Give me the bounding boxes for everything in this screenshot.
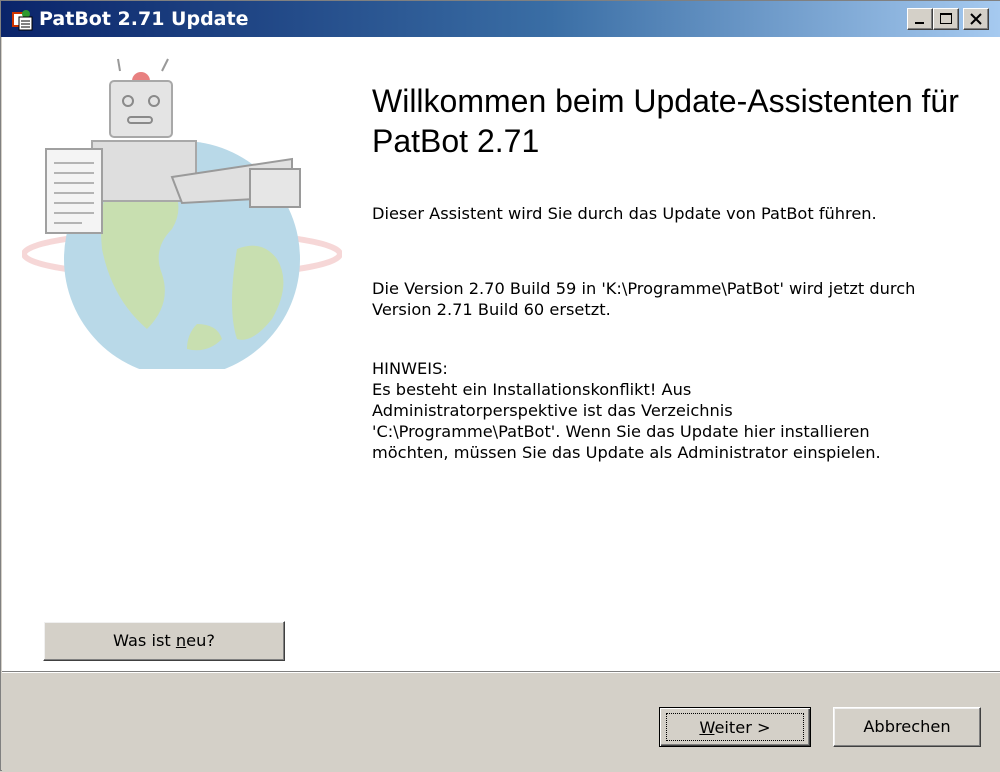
wizard-content-panel: Willkommen beim Update-Assistenten für P… bbox=[2, 37, 1000, 671]
intro-text: Dieser Assistent wird Sie durch das Upda… bbox=[372, 204, 877, 223]
robot-globe-illustration bbox=[22, 58, 342, 369]
whats-new-label-end: eu? bbox=[186, 631, 215, 650]
whats-new-accelerator: n bbox=[175, 631, 187, 650]
notice-text: Es besteht ein Installationskonflikt! Au… bbox=[372, 380, 881, 462]
close-icon bbox=[970, 13, 982, 25]
next-label: eiter > bbox=[714, 718, 771, 737]
footer-separator bbox=[2, 672, 1000, 673]
next-focus-rect: Weiter > bbox=[666, 713, 804, 741]
window-title: PatBot 2.71 Update bbox=[39, 8, 249, 30]
update-wizard-window: PatBot 2.71 Update Willkommen beim Updat… bbox=[0, 0, 1000, 772]
notice-label: HINWEIS: bbox=[372, 359, 448, 378]
close-button[interactable] bbox=[963, 8, 989, 30]
title-bar[interactable]: PatBot 2.71 Update bbox=[1, 1, 1000, 37]
welcome-heading: Willkommen beim Update-Assistenten für P… bbox=[372, 83, 959, 159]
maximize-icon bbox=[940, 13, 952, 24]
next-button[interactable]: Weiter > bbox=[659, 707, 811, 747]
minimize-button[interactable] bbox=[907, 8, 933, 30]
patbot-app-icon bbox=[12, 10, 33, 31]
maximize-button[interactable] bbox=[933, 8, 959, 30]
minimize-icon bbox=[915, 22, 924, 24]
whats-new-button[interactable]: Was ist neu? bbox=[43, 621, 285, 661]
whats-new-label-start: Was ist bbox=[113, 631, 176, 650]
cancel-button[interactable]: Abbrechen bbox=[833, 707, 981, 747]
next-accelerator: W bbox=[699, 718, 715, 737]
version-info-text: Die Version 2.70 Build 59 in 'K:\Program… bbox=[372, 279, 916, 319]
notice-block: HINWEIS: Es besteht ein Installationskon… bbox=[372, 358, 892, 463]
